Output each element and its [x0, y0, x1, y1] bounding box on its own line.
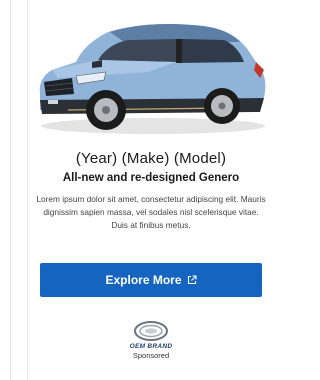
- explore-more-button[interactable]: Explore More: [40, 263, 262, 297]
- external-link-icon: [187, 275, 197, 285]
- oem-brand-logo-icon: [134, 321, 168, 341]
- suv-car-illustration: [39, 24, 266, 134]
- ad-subtitle: All-new and re-designed Genero: [62, 172, 240, 184]
- sponsored-label: Sponsored: [132, 351, 170, 360]
- brand-block[interactable]: OEM BRAND Sponsored: [28, 320, 274, 376]
- ad-title: (Year) (Make) (Model): [75, 150, 227, 167]
- car-image[interactable]: [28, 12, 274, 138]
- brand-name: OEM BRAND: [129, 343, 173, 350]
- adjacent-card-edge: [0, 0, 11, 380]
- explore-more-label: Explore More: [105, 273, 182, 287]
- ad-description: Lorem ipsum dolor sit amet, consectetur …: [36, 194, 266, 230]
- sponsored-ad-card[interactable]: (Year) (Make) (Model) All-new and re-des…: [27, 0, 273, 380]
